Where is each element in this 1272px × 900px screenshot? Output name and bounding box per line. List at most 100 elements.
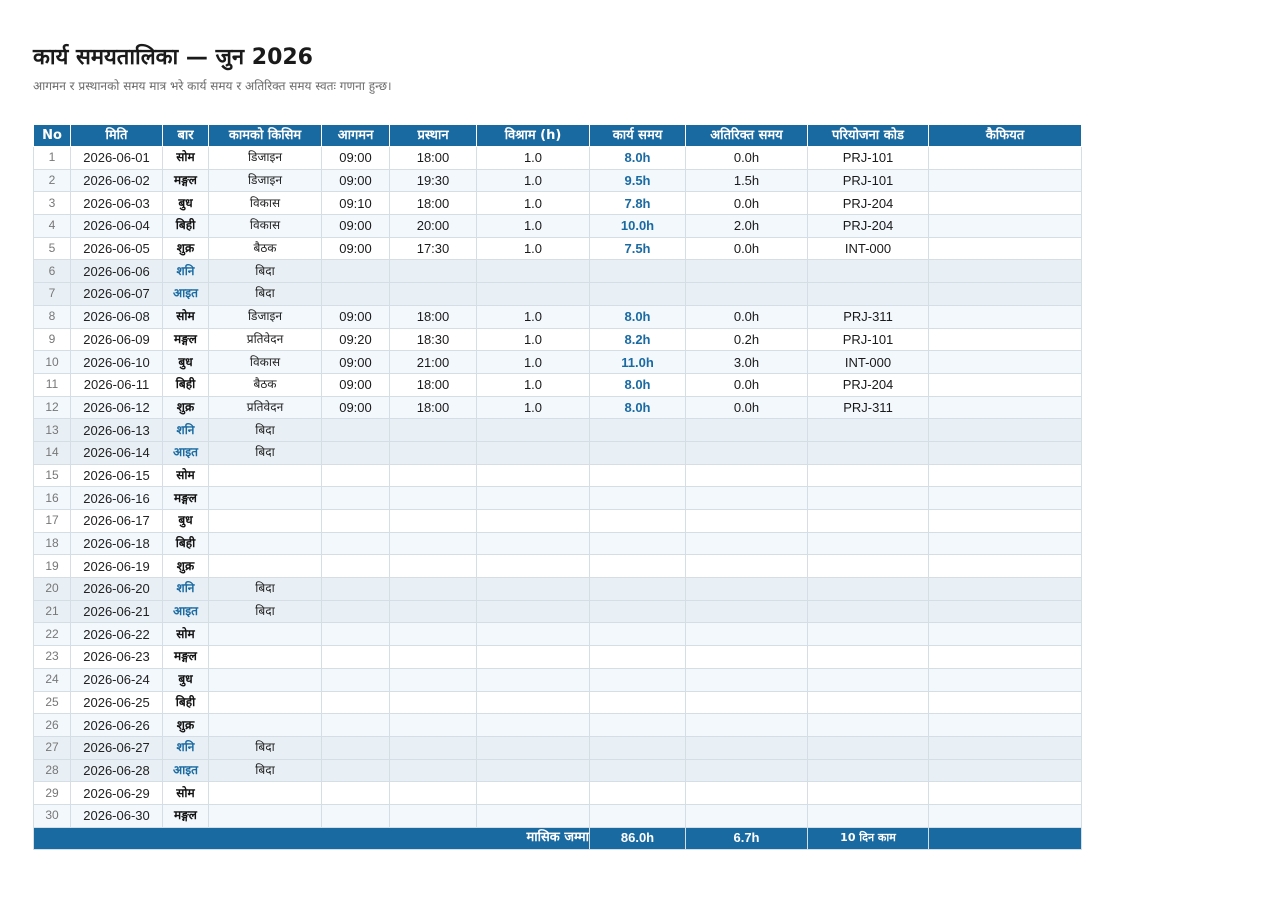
- work-type-cell[interactable]: बिदा: [208, 440, 322, 465]
- column-header-work-time[interactable]: कार्य समय: [589, 124, 686, 147]
- work-type-cell[interactable]: [208, 486, 322, 510]
- arrival-cell[interactable]: [321, 418, 390, 442]
- project-code-cell[interactable]: PRJ-204: [807, 214, 929, 238]
- work-type-cell[interactable]: विकास: [208, 350, 322, 374]
- departure-cell[interactable]: 18:00: [389, 146, 477, 170]
- work-type-cell[interactable]: बिदा: [208, 599, 322, 624]
- work-type-cell[interactable]: [208, 531, 322, 556]
- project-code-cell[interactable]: [807, 758, 929, 783]
- remarks-cell[interactable]: [928, 191, 1082, 216]
- departure-cell[interactable]: [389, 690, 477, 715]
- break-cell[interactable]: 1.0: [476, 146, 590, 170]
- remarks-cell[interactable]: [928, 803, 1082, 828]
- departure-cell[interactable]: 18:30: [389, 327, 477, 352]
- remarks-cell[interactable]: [928, 350, 1082, 374]
- departure-cell[interactable]: [389, 577, 477, 601]
- arrival-cell[interactable]: [321, 690, 390, 715]
- break-cell[interactable]: [476, 690, 590, 715]
- remarks-cell[interactable]: [928, 463, 1082, 488]
- arrival-cell[interactable]: [321, 803, 390, 828]
- departure-cell[interactable]: 20:00: [389, 214, 477, 238]
- work-type-cell[interactable]: [208, 803, 322, 828]
- work-type-cell[interactable]: बिदा: [208, 577, 322, 601]
- departure-cell[interactable]: [389, 622, 477, 647]
- work-type-cell[interactable]: बिदा: [208, 418, 322, 442]
- remarks-cell[interactable]: [928, 599, 1082, 624]
- remarks-cell[interactable]: [928, 418, 1082, 442]
- project-code-cell[interactable]: [807, 282, 929, 306]
- break-cell[interactable]: [476, 781, 590, 805]
- arrival-cell[interactable]: 09:00: [321, 350, 390, 374]
- remarks-cell[interactable]: [928, 531, 1082, 556]
- project-code-cell[interactable]: [807, 667, 929, 692]
- project-code-cell[interactable]: INT-000: [807, 350, 929, 374]
- project-code-cell[interactable]: [807, 486, 929, 510]
- arrival-cell[interactable]: 09:00: [321, 395, 390, 420]
- project-code-cell[interactable]: PRJ-311: [807, 395, 929, 420]
- project-code-cell[interactable]: [807, 509, 929, 533]
- arrival-cell[interactable]: [321, 577, 390, 601]
- departure-cell[interactable]: [389, 509, 477, 533]
- remarks-cell[interactable]: [928, 735, 1082, 760]
- work-type-cell[interactable]: बिदा: [208, 758, 322, 783]
- break-cell[interactable]: 1.0: [476, 327, 590, 352]
- work-type-cell[interactable]: डिजाइन: [208, 146, 322, 170]
- arrival-cell[interactable]: [321, 645, 390, 669]
- arrival-cell[interactable]: [321, 282, 390, 306]
- departure-cell[interactable]: [389, 599, 477, 624]
- break-cell[interactable]: 1.0: [476, 372, 590, 397]
- remarks-cell[interactable]: [928, 577, 1082, 601]
- remarks-cell[interactable]: [928, 395, 1082, 420]
- remarks-cell[interactable]: [928, 372, 1082, 397]
- break-cell[interactable]: 1.0: [476, 214, 590, 238]
- break-cell[interactable]: [476, 463, 590, 488]
- project-code-cell[interactable]: PRJ-204: [807, 191, 929, 216]
- arrival-cell[interactable]: [321, 259, 390, 284]
- departure-cell[interactable]: [389, 667, 477, 692]
- arrival-cell[interactable]: 09:20: [321, 327, 390, 352]
- remarks-cell[interactable]: [928, 304, 1082, 329]
- break-cell[interactable]: [476, 554, 590, 579]
- work-type-cell[interactable]: [208, 781, 322, 805]
- break-cell[interactable]: [476, 667, 590, 692]
- project-code-cell[interactable]: [807, 713, 929, 737]
- departure-cell[interactable]: 18:00: [389, 191, 477, 216]
- arrival-cell[interactable]: 09:00: [321, 236, 390, 261]
- arrival-cell[interactable]: 09:00: [321, 304, 390, 329]
- work-type-cell[interactable]: [208, 509, 322, 533]
- project-code-cell[interactable]: PRJ-101: [807, 168, 929, 193]
- column-header-remarks[interactable]: कैफियत: [928, 124, 1082, 147]
- arrival-cell[interactable]: [321, 599, 390, 624]
- work-type-cell[interactable]: डिजाइन: [208, 168, 322, 193]
- project-code-cell[interactable]: [807, 531, 929, 556]
- departure-cell[interactable]: [389, 531, 477, 556]
- arrival-cell[interactable]: 09:00: [321, 168, 390, 193]
- remarks-cell[interactable]: [928, 259, 1082, 284]
- departure-cell[interactable]: [389, 758, 477, 783]
- departure-cell[interactable]: [389, 554, 477, 579]
- arrival-cell[interactable]: [321, 781, 390, 805]
- project-code-cell[interactable]: [807, 259, 929, 284]
- departure-cell[interactable]: 17:30: [389, 236, 477, 261]
- work-type-cell[interactable]: बिदा: [208, 735, 322, 760]
- break-cell[interactable]: [476, 645, 590, 669]
- departure-cell[interactable]: [389, 645, 477, 669]
- column-header-break[interactable]: विश्राम (h): [476, 124, 590, 147]
- departure-cell[interactable]: 18:00: [389, 372, 477, 397]
- remarks-cell[interactable]: [928, 440, 1082, 465]
- project-code-cell[interactable]: [807, 803, 929, 828]
- column-header-arrival[interactable]: आगमन: [321, 124, 390, 147]
- remarks-cell[interactable]: [928, 667, 1082, 692]
- project-code-cell[interactable]: [807, 554, 929, 579]
- break-cell[interactable]: 1.0: [476, 304, 590, 329]
- work-type-cell[interactable]: बिदा: [208, 259, 322, 284]
- work-type-cell[interactable]: [208, 554, 322, 579]
- project-code-cell[interactable]: PRJ-101: [807, 146, 929, 170]
- break-cell[interactable]: [476, 713, 590, 737]
- break-cell[interactable]: 1.0: [476, 395, 590, 420]
- work-type-cell[interactable]: बैठक: [208, 236, 322, 261]
- project-code-cell[interactable]: [807, 690, 929, 715]
- break-cell[interactable]: [476, 531, 590, 556]
- arrival-cell[interactable]: [321, 440, 390, 465]
- break-cell[interactable]: [476, 758, 590, 783]
